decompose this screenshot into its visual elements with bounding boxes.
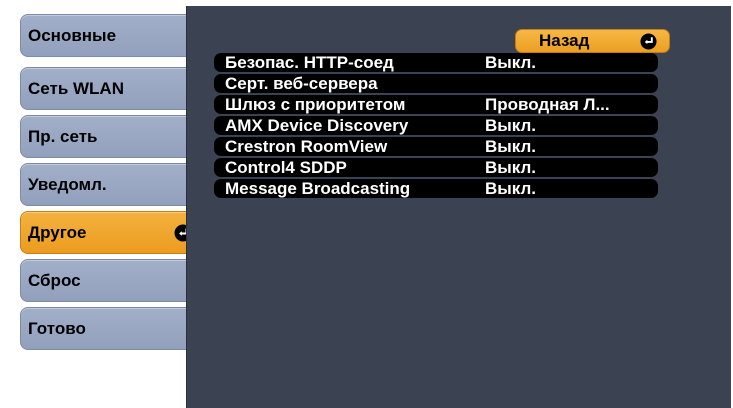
setting-label: Безопас. HTTP-соед	[225, 52, 394, 72]
tab-reset[interactable]: Сброс	[20, 259, 200, 302]
tab-label: Пр. сеть	[28, 126, 98, 146]
setting-row-crestron-roomview[interactable]: Crestron RoomView Выкл.	[214, 137, 658, 156]
tab-basic[interactable]: Основные	[20, 14, 200, 57]
setting-value: Выкл.	[485, 178, 537, 198]
tab-wired-network[interactable]: Пр. сеть	[20, 115, 200, 158]
setting-value: Выкл.	[485, 52, 537, 72]
setting-value: Выкл.	[485, 136, 537, 156]
setting-label: Message Broadcasting	[225, 178, 411, 198]
back-button-label: Назад	[539, 31, 590, 50]
setting-row-priority-gateway[interactable]: Шлюз с приоритетом Проводная Л...	[214, 95, 658, 114]
tab-label: Готово	[28, 318, 86, 338]
tab-label: Уведомл.	[28, 174, 107, 194]
setting-label: AMX Device Discovery	[225, 115, 409, 135]
setting-label: Crestron RoomView	[225, 136, 388, 156]
menu-tabs: Основные Сеть WLAN Пр. сеть Уведомл. Дру…	[0, 0, 200, 408]
tab-label: Сеть WLAN	[28, 78, 124, 98]
setting-label: Шлюз с приоритетом	[225, 94, 406, 114]
settings-panel: Назад Безопас. HTTP-соед Выкл. Серт. веб…	[186, 6, 731, 408]
setting-row-message-broadcasting[interactable]: Message Broadcasting Выкл.	[214, 179, 658, 198]
setting-value: Выкл.	[485, 157, 537, 177]
tab-wlan[interactable]: Сеть WLAN	[20, 67, 200, 110]
tab-label: Другое	[28, 222, 87, 242]
tab-notifications[interactable]: Уведомл.	[20, 163, 200, 206]
tab-label: Сброс	[28, 270, 81, 290]
setting-label: Control4 SDDP	[225, 157, 347, 177]
setting-row-secure-http[interactable]: Безопас. HTTP-соед Выкл.	[214, 53, 658, 72]
setting-row-web-server-cert[interactable]: Серт. веб-сервера	[214, 74, 658, 93]
back-button[interactable]: Назад	[515, 29, 670, 53]
tab-done[interactable]: Готово	[20, 307, 200, 350]
enter-icon	[640, 33, 657, 50]
setting-row-control4-sddp[interactable]: Control4 SDDP Выкл.	[214, 158, 658, 177]
setting-value: Выкл.	[485, 115, 537, 135]
tab-label: Основные	[28, 25, 117, 45]
tab-other[interactable]: Другое	[20, 211, 200, 254]
setting-value: Проводная Л...	[485, 94, 610, 114]
settings-list: Безопас. HTTP-соед Выкл. Серт. веб-серве…	[214, 53, 658, 200]
setting-row-amx-device-discovery[interactable]: AMX Device Discovery Выкл.	[214, 116, 658, 135]
setting-label: Серт. веб-сервера	[225, 73, 378, 93]
